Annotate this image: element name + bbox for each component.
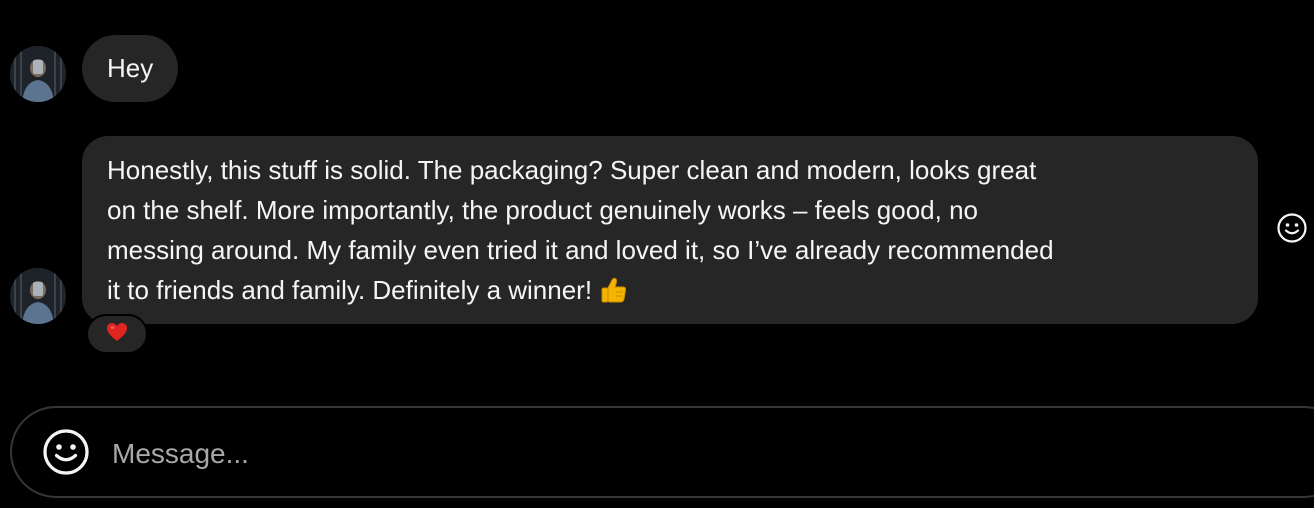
message-bubble[interactable]: Hey	[82, 35, 179, 102]
sender-avatar[interactable]	[10, 268, 66, 324]
message-text: Hey	[107, 53, 154, 83]
avatar-photo	[10, 46, 66, 102]
avatar-photo	[10, 268, 66, 324]
message-text-line: Honestly, this stuff is solid. The packa…	[107, 155, 1037, 185]
heart-emoji	[106, 322, 128, 347]
message-input[interactable]	[112, 432, 1212, 476]
smiley-icon	[1276, 212, 1308, 249]
message-reaction[interactable]	[86, 314, 148, 354]
emoji-picker-button[interactable]	[42, 428, 90, 481]
message-text-segment: it to friends and family. Definitely a w…	[107, 275, 593, 305]
message-text-line: it to friends and family. Definitely a w…	[107, 270, 1232, 316]
message-text-line: on the shelf. More importantly, the prod…	[107, 195, 979, 225]
message-bubble[interactable]: Honestly, this stuff is solid. The packa…	[82, 136, 1258, 324]
smiley-icon	[42, 428, 90, 481]
sender-avatar[interactable]	[10, 46, 66, 102]
message-text-line: messing around. My family even tried it …	[107, 235, 1054, 265]
message-composer[interactable]	[10, 406, 1314, 498]
thumbs-up-emoji	[599, 275, 629, 316]
react-button[interactable]	[1276, 212, 1308, 249]
